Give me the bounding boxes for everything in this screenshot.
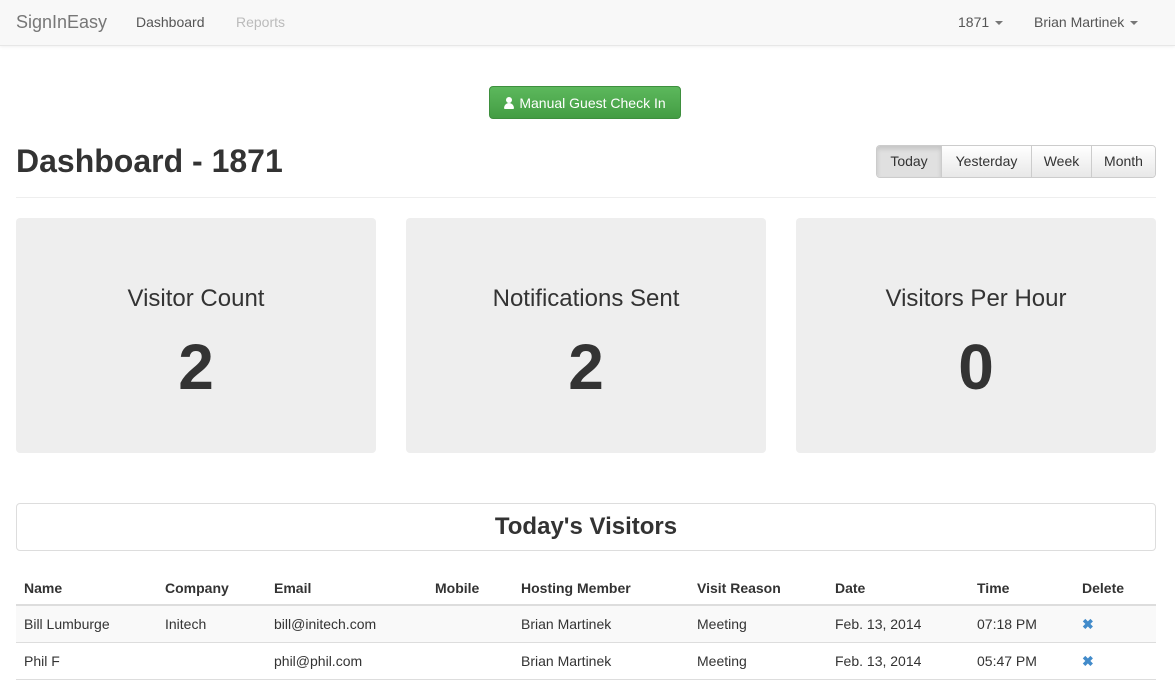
cell-hosting-member: Brian Martinek: [513, 642, 689, 680]
cell-delete: ✖: [1074, 605, 1156, 643]
column-header-visit-reason[interactable]: Visit Reason: [689, 571, 827, 606]
range-month-button[interactable]: Month: [1091, 146, 1155, 177]
visitors-table: Name Company Email Mobile Hosting Member…: [16, 571, 1156, 680]
date-range-selector: Today Yesterday Week Month: [876, 145, 1156, 178]
cell-hosting-member: Brian Martinek: [513, 605, 689, 643]
cell-time: 07:18 PM: [969, 605, 1074, 643]
cell-mobile: [427, 642, 513, 680]
visitors-title: Today's Visitors: [494, 513, 678, 540]
table-row: Bill Lumburge Initech bill@initech.com B…: [16, 605, 1156, 643]
nav-link-reports[interactable]: Reports: [236, 14, 285, 30]
column-header-time[interactable]: Time: [969, 571, 1074, 606]
cell-date: Feb. 13, 2014: [827, 642, 969, 680]
range-yesterday-button[interactable]: Yesterday: [941, 146, 1031, 177]
table-row: Phil F phil@phil.com Brian Martinek Meet…: [16, 642, 1156, 680]
header-divider: [16, 197, 1156, 198]
stat-value: 0: [958, 331, 994, 403]
cell-company: Initech: [157, 605, 266, 643]
column-header-company[interactable]: Company: [157, 571, 266, 606]
column-header-delete: Delete: [1074, 571, 1156, 606]
stat-label: Visitor Count: [127, 285, 265, 312]
user-dropdown-label: Brian Martinek: [1034, 14, 1125, 30]
cell-email: phil@phil.com: [266, 642, 427, 680]
checkin-button-label: Manual Guest Check In: [519, 94, 666, 111]
cell-name: Phil F: [16, 642, 157, 680]
cell-time: 05:47 PM: [969, 642, 1074, 680]
column-header-date[interactable]: Date: [827, 571, 969, 606]
brand-logo[interactable]: SignInEasy: [16, 12, 107, 33]
navbar: SignInEasy Dashboard Reports 1871 Brian …: [0, 0, 1175, 46]
cell-date: Feb. 13, 2014: [827, 605, 969, 643]
cell-delete: ✖: [1074, 642, 1156, 680]
column-header-hosting-member[interactable]: Hosting Member: [513, 571, 689, 606]
user-icon: [504, 96, 515, 109]
location-dropdown-label: 1871: [958, 14, 990, 30]
cell-visit-reason: Meeting: [689, 642, 827, 680]
stat-visitors-per-hour: Visitors Per Hour 0: [796, 218, 1156, 453]
delete-icon[interactable]: ✖: [1082, 616, 1094, 632]
column-header-name[interactable]: Name: [16, 571, 157, 606]
location-dropdown[interactable]: 1871: [958, 14, 1004, 30]
delete-icon[interactable]: ✖: [1082, 653, 1094, 669]
stat-label: Notifications Sent: [492, 285, 680, 312]
manual-guest-check-in-button[interactable]: Manual Guest Check In: [489, 86, 681, 119]
visitors-panel-heading: Today's Visitors: [16, 503, 1156, 551]
range-week-button[interactable]: Week: [1031, 146, 1091, 177]
stat-value: 2: [178, 331, 214, 403]
column-header-mobile[interactable]: Mobile: [427, 571, 513, 606]
table-header-row: Name Company Email Mobile Hosting Member…: [16, 571, 1156, 606]
nav-link-dashboard[interactable]: Dashboard: [136, 14, 205, 30]
stat-visitor-count: Visitor Count 2: [16, 218, 376, 453]
page-title: Dashboard - 1871: [16, 143, 283, 179]
cell-name: Bill Lumburge: [16, 605, 157, 643]
stat-notifications-sent: Notifications Sent 2: [406, 218, 766, 453]
cell-company: [157, 642, 266, 680]
stat-value: 2: [568, 331, 604, 403]
range-today-button[interactable]: Today: [877, 146, 941, 177]
chevron-down-icon: [995, 21, 1004, 26]
cell-visit-reason: Meeting: [689, 605, 827, 643]
stat-label: Visitors Per Hour: [885, 285, 1067, 312]
cell-mobile: [427, 605, 513, 643]
user-dropdown[interactable]: Brian Martinek: [1034, 14, 1139, 30]
cell-email: bill@initech.com: [266, 605, 427, 643]
chevron-down-icon: [1130, 21, 1139, 26]
column-header-email[interactable]: Email: [266, 571, 427, 606]
